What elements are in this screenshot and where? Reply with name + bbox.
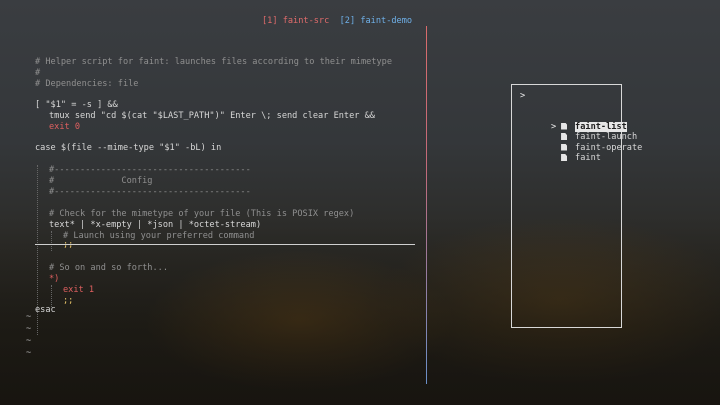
tilde: ~ [26,324,32,334]
code-line: # Helper script for faint: launches file… [35,57,392,67]
tilde: ~ [26,348,32,358]
picker-list: > faint-list faint-launch faint-operate f… [520,111,642,163]
code-line: # Dependencies: file [35,79,139,89]
code-line: esac [35,305,56,315]
picker-item-faint-list[interactable]: > faint-list [520,111,642,132]
picker-item-faint-launch[interactable]: faint-launch [520,122,642,142]
fuzzy-picker[interactable]: > > faint-list faint-launch faint-operate… [511,84,642,328]
code-line: # Config [49,176,153,186]
cursor-line[interactable]: ;; [63,240,73,251]
code-line: # Launch using your preferred command [63,231,255,241]
picker-prompt[interactable]: > [520,91,525,101]
file-icon [561,154,568,161]
code-line: *) [49,274,60,284]
code-line: #-------------------------------------- [49,187,251,197]
code-line: # Check for the mimetype of your file (T… [49,209,355,219]
code-line: ;; [63,296,74,306]
picker-item-label: faint [575,153,601,163]
code-line: [ "$1" = -s ] && [35,100,118,110]
cursor-line-underline [35,244,415,245]
code-line: #-------------------------------------- [49,165,251,175]
code-line: # So on and so forth... [49,263,168,273]
code-line: ;; [63,240,74,250]
picker-item-faint[interactable]: faint [520,143,642,163]
pane-divider[interactable] [426,26,427,384]
code-line: exit 1 [63,285,95,295]
tab-faint-src[interactable]: [1] faint-src [262,16,329,26]
tilde: ~ [26,336,32,346]
tab-faint-demo[interactable]: [2] faint-demo [340,16,412,26]
picker-item-faint-operate[interactable]: faint-operate [520,132,642,153]
tmux-window-tabs: [1] faint-src [2] faint-demo [262,16,412,26]
indent-guide [51,231,52,251]
code-line: text* | *x-empty | *json | *octet-stream… [49,220,262,230]
empty-line-markers: ~ ~ ~ ~ [26,311,31,359]
indent-guide [51,285,52,307]
code-line: case $(file --mime-type "$1" -bL) in [35,143,222,153]
tilde: ~ [26,312,32,322]
code-line: exit 0 [49,122,81,132]
code-line: # [35,68,41,78]
code-line: tmux send "cd $(cat "$LAST_PATH")" Enter… [49,111,375,121]
